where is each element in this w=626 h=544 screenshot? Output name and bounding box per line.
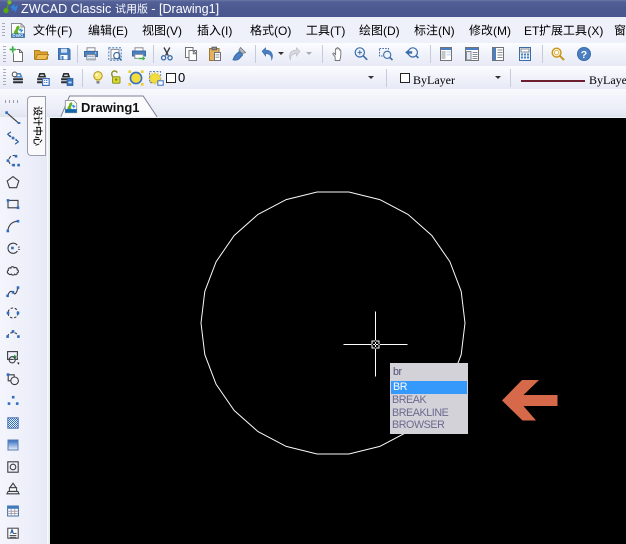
svg-text:?: ?: [581, 49, 587, 61]
